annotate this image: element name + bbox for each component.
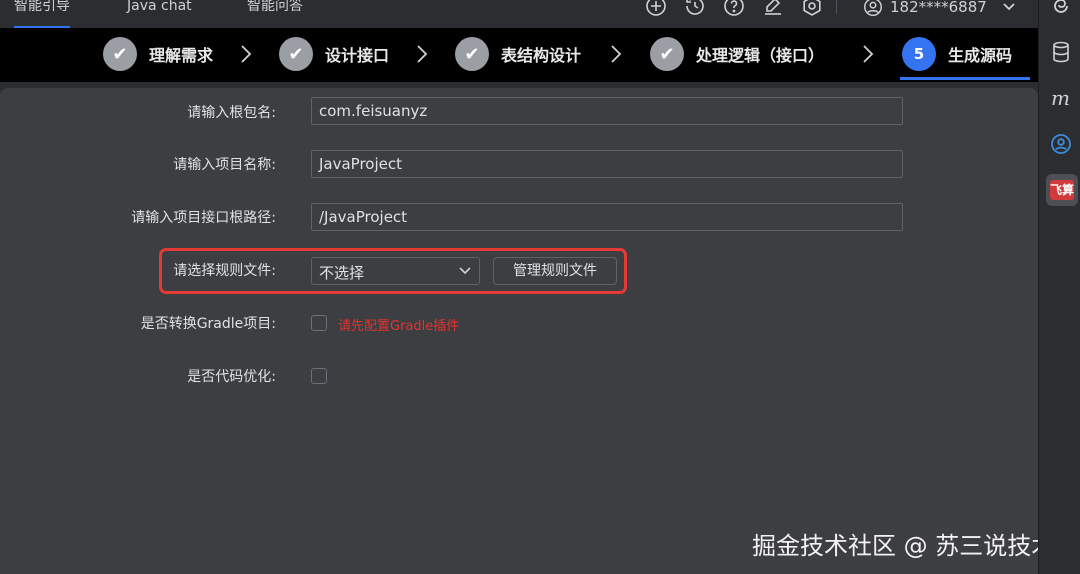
assistant-icon[interactable] xyxy=(1049,132,1073,156)
step-label: 理解需求 xyxy=(149,46,214,65)
step-label: 生成源码 xyxy=(948,46,1013,65)
step-understand-requirements[interactable]: ✔ 理解需求 xyxy=(103,37,213,71)
user-avatar-icon xyxy=(864,0,882,16)
user-menu[interactable]: 182****6887 xyxy=(862,0,1017,18)
toolbar-divider xyxy=(836,0,837,14)
gradle-checkbox[interactable] xyxy=(311,315,327,331)
tab-smart-qa[interactable]: 智能问答 xyxy=(247,0,303,28)
chevron-right-icon xyxy=(863,45,874,63)
gradle-warning: 请先配置Gradle插件 xyxy=(338,319,460,334)
top-tab-bar: 智能引导 Java chat 智能问答 182****6887 xyxy=(0,0,1038,28)
toolbar-icons xyxy=(644,0,824,18)
step-check-icon: ✔ xyxy=(455,37,489,71)
chevron-down-icon xyxy=(459,267,471,275)
root-package-label: 请输入根包名: xyxy=(187,105,276,121)
database-icon[interactable] xyxy=(1049,40,1073,64)
settings-icon[interactable] xyxy=(800,0,824,18)
api-root-path-input[interactable]: /JavaProject xyxy=(311,203,903,231)
step-number-badge: 5 xyxy=(902,37,936,71)
step-check-icon: ✔ xyxy=(103,37,137,71)
optimize-label: 是否代码优化: xyxy=(187,369,276,385)
project-name-label: 请输入项目名称: xyxy=(173,157,276,173)
manage-rules-button[interactable]: 管理规则文件 xyxy=(493,257,617,285)
step-generate-source[interactable]: 5 生成源码 xyxy=(902,37,1012,71)
wizard-steps: ✔ 理解需求 ✔ 设计接口 ✔ 表结构设计 ✔ 处理逻辑（接口） 5 生成源码 xyxy=(0,28,1038,82)
rule-file-label: 请选择规则文件: xyxy=(173,263,276,279)
user-phone: 182****6887 xyxy=(890,0,987,16)
maven-icon[interactable]: m xyxy=(1049,86,1073,110)
step-table-design[interactable]: ✔ 表结构设计 xyxy=(455,37,581,71)
svg-text:m: m xyxy=(1051,86,1070,110)
step-check-icon: ✔ xyxy=(650,37,684,71)
right-sidebar: m 飞算 xyxy=(1038,0,1080,574)
history-icon[interactable] xyxy=(683,0,707,18)
optimize-checkbox[interactable] xyxy=(311,368,327,384)
feishu-plugin-icon[interactable]: 飞算 xyxy=(1046,174,1078,206)
root-package-input[interactable]: com.feisuanyz xyxy=(311,97,903,125)
chevron-down-icon[interactable] xyxy=(1001,0,1017,15)
project-name-input[interactable]: JavaProject xyxy=(311,150,903,178)
form-panel: 请输入根包名: com.feisuanyz 请输入项目名称: JavaProje… xyxy=(0,88,1055,574)
edit-icon[interactable] xyxy=(761,0,785,18)
watermark: 掘金技术社区 @ 苏三说技术 xyxy=(752,532,1056,560)
feishu-label: 飞算 xyxy=(1050,180,1074,200)
api-root-path-label: 请输入项目接口根路径: xyxy=(131,210,276,226)
tab-smart-guide[interactable]: 智能引导 xyxy=(14,0,70,28)
step-design-interface[interactable]: ✔ 设计接口 xyxy=(279,37,389,71)
step-logic[interactable]: ✔ 处理逻辑（接口） xyxy=(650,37,824,71)
chevron-right-icon xyxy=(241,45,252,63)
plus-circle-icon[interactable] xyxy=(644,0,668,18)
rule-file-select[interactable]: 不选择 xyxy=(311,257,480,285)
tab-java-chat[interactable]: Java chat xyxy=(127,0,192,28)
gradle-label: 是否转换Gradle项目: xyxy=(140,316,276,332)
swirl-icon[interactable] xyxy=(1049,0,1073,18)
chevron-right-icon xyxy=(417,45,428,63)
step-label: 处理逻辑（接口） xyxy=(696,46,825,65)
rule-file-selected: 不选择 xyxy=(319,264,365,282)
chevron-right-icon xyxy=(611,45,622,63)
step-check-icon: ✔ xyxy=(279,37,313,71)
active-step-underline xyxy=(900,77,1030,80)
step-label: 表结构设计 xyxy=(501,46,582,65)
help-icon[interactable] xyxy=(722,0,746,18)
step-label: 设计接口 xyxy=(325,46,390,65)
